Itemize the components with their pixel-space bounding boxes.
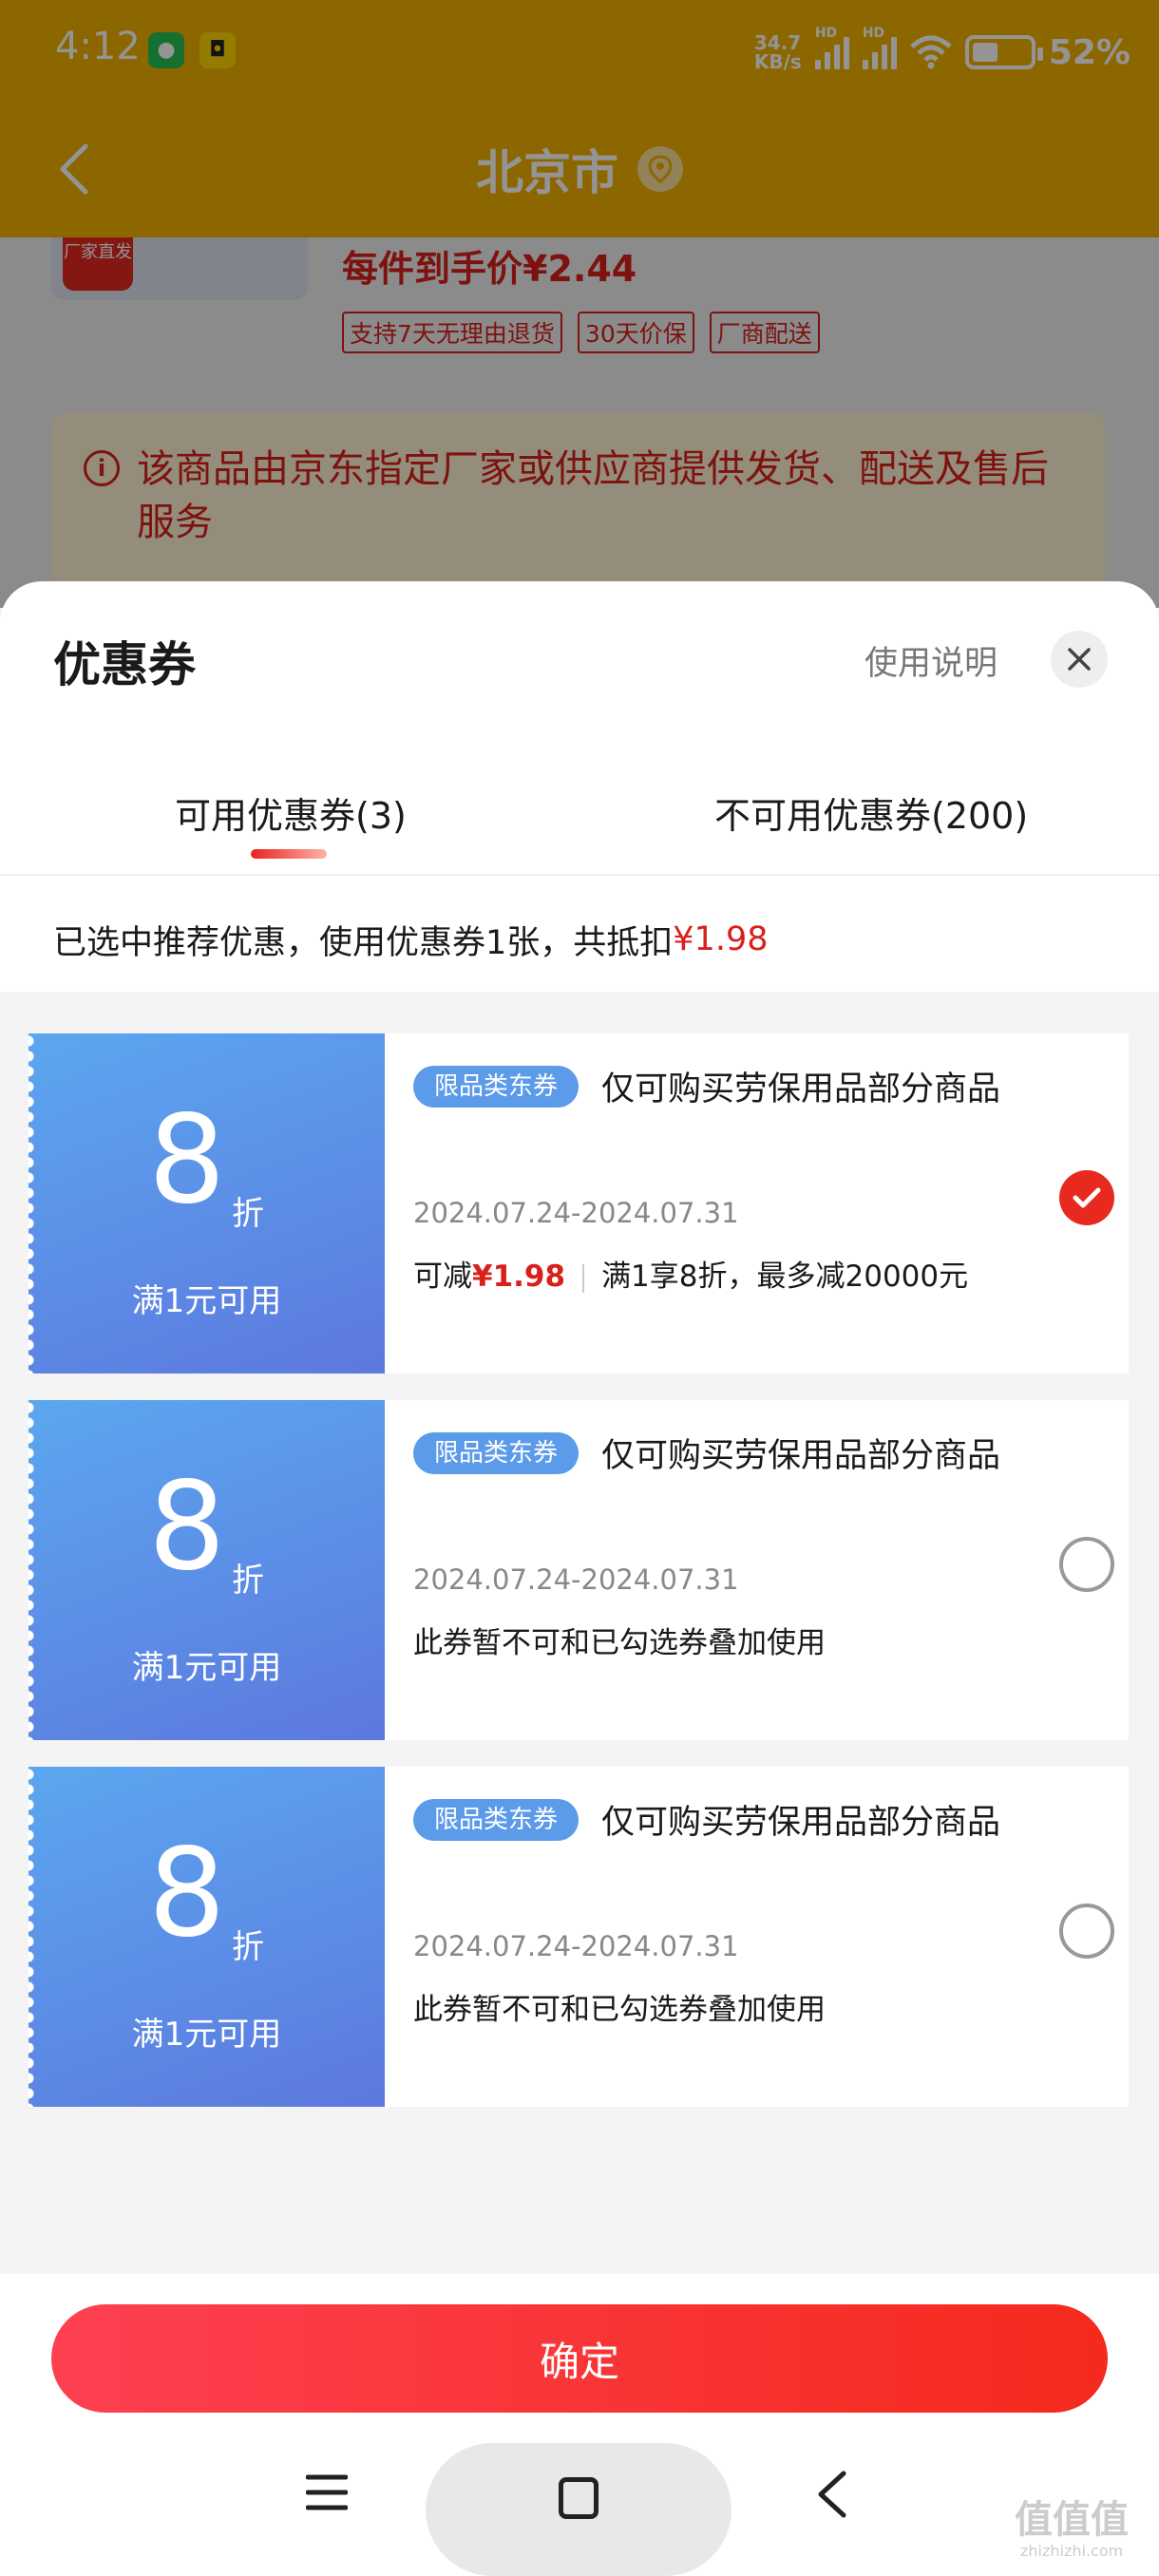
coupon-description: 仅可购买劳保用品部分商品 <box>601 1437 1001 1475</box>
discount-unit: 折 <box>232 1195 264 1233</box>
coupon-card[interactable]: 8 折 满1元可用 限品类东券 仅可购买劳保用品部分商品 2024.07.24-… <box>28 1767 1129 2107</box>
background-page: 4:12 ● ◘ 34.7 KB/s HD HD 52% 北京市 厂家直发 每件… <box>0 0 1159 608</box>
coupon-validity: 2024.07.24-2024.07.31 <box>413 1197 739 1229</box>
modal-overlay[interactable] <box>0 0 1159 608</box>
menu-icon[interactable] <box>306 2473 348 2511</box>
summary-amount: ¥1.98 <box>673 920 769 958</box>
discount-condition: 满1元可用 <box>131 1649 282 1687</box>
coupon-select-checkbox[interactable] <box>1059 1537 1114 1592</box>
tab-unavailable-coupons[interactable]: 不可用优惠券(200) <box>714 786 1028 839</box>
discount-unit: 折 <box>232 1562 264 1600</box>
coupon-value-panel: 8 折 满1元可用 <box>28 1767 385 2107</box>
coupon-value-panel: 8 折 满1元可用 <box>28 1033 385 1373</box>
coupon-validity: 2024.07.24-2024.07.31 <box>413 1563 739 1596</box>
coupon-card[interactable]: 8 折 满1元可用 限品类东券 仅可购买劳保用品部分商品 2024.07.24-… <box>28 1033 1129 1373</box>
coupon-sheet: 优惠券 使用说明 可用优惠券(3) 不可用优惠券(200) 已选中推荐优惠，使用… <box>0 581 1159 2576</box>
coupon-stack-note: 此券暂不可和已勾选券叠加使用 <box>413 1993 826 2027</box>
selection-summary: 已选中推荐优惠，使用优惠券1张，共抵扣 ¥1.98 <box>0 878 1159 1001</box>
usage-instructions-link[interactable]: 使用说明 <box>864 636 998 685</box>
coupon-tabs: 可用优惠券(3) 不可用优惠券(200) <box>0 771 1159 876</box>
coupon-description: 仅可购买劳保用品部分商品 <box>601 1070 1001 1108</box>
tab-available-coupons[interactable]: 可用优惠券(3) <box>175 786 407 839</box>
discount-value: 8 <box>148 1823 226 1964</box>
category-coupon-tag: 限品类东券 <box>413 1799 580 1841</box>
close-button[interactable] <box>1051 631 1108 688</box>
coupon-details: 限品类东券 仅可购买劳保用品部分商品 2024.07.24-2024.07.31… <box>385 1033 1129 1373</box>
coupon-card[interactable]: 8 折 满1元可用 限品类东券 仅可购买劳保用品部分商品 2024.07.24-… <box>28 1400 1129 1740</box>
close-icon <box>1068 648 1091 671</box>
coupon-details: 限品类东券 仅可购买劳保用品部分商品 2024.07.24-2024.07.31… <box>385 1767 1129 2107</box>
summary-text: 已选中推荐优惠，使用优惠券1张，共抵扣 <box>53 923 674 962</box>
confirm-button[interactable]: 确定 <box>51 2304 1108 2413</box>
active-tab-indicator <box>251 849 327 859</box>
discount-condition: 满1元可用 <box>131 2016 282 2054</box>
system-nav-bar <box>0 2432 1159 2576</box>
discount-value: 8 <box>148 1456 226 1598</box>
coupon-save-amount: ¥1.98 <box>472 1260 566 1294</box>
watermark-url: zhizhizhi.com <box>1020 2542 1124 2560</box>
discount-condition: 满1元可用 <box>131 1282 282 1320</box>
coupon-details: 限品类东券 仅可购买劳保用品部分商品 2024.07.24-2024.07.31… <box>385 1400 1129 1740</box>
category-coupon-tag: 限品类东券 <box>413 1066 580 1108</box>
coupon-validity: 2024.07.24-2024.07.31 <box>413 1930 739 1962</box>
coupon-select-checkbox[interactable] <box>1059 1904 1114 1959</box>
coupon-value-panel: 8 折 满1元可用 <box>28 1400 385 1740</box>
coupon-benefit: 可减¥1.98 满1享8折，最多减20000元 <box>413 1260 969 1294</box>
coupon-list: 8 折 满1元可用 限品类东券 仅可购买劳保用品部分商品 2024.07.24-… <box>0 992 1159 2274</box>
sheet-title: 优惠券 <box>53 637 196 692</box>
discount-value: 8 <box>148 1089 226 1231</box>
home-icon[interactable] <box>559 2477 598 2519</box>
coupon-stack-note: 此券暂不可和已勾选券叠加使用 <box>413 1626 826 1660</box>
back-icon[interactable] <box>813 2470 851 2519</box>
category-coupon-tag: 限品类东券 <box>413 1432 580 1474</box>
discount-unit: 折 <box>232 1928 264 1966</box>
check-icon <box>1073 1187 1101 1208</box>
watermark: 值值值 <box>1015 2498 1129 2542</box>
coupon-description: 仅可购买劳保用品部分商品 <box>601 1804 1001 1842</box>
coupon-select-checkbox[interactable] <box>1059 1170 1114 1225</box>
